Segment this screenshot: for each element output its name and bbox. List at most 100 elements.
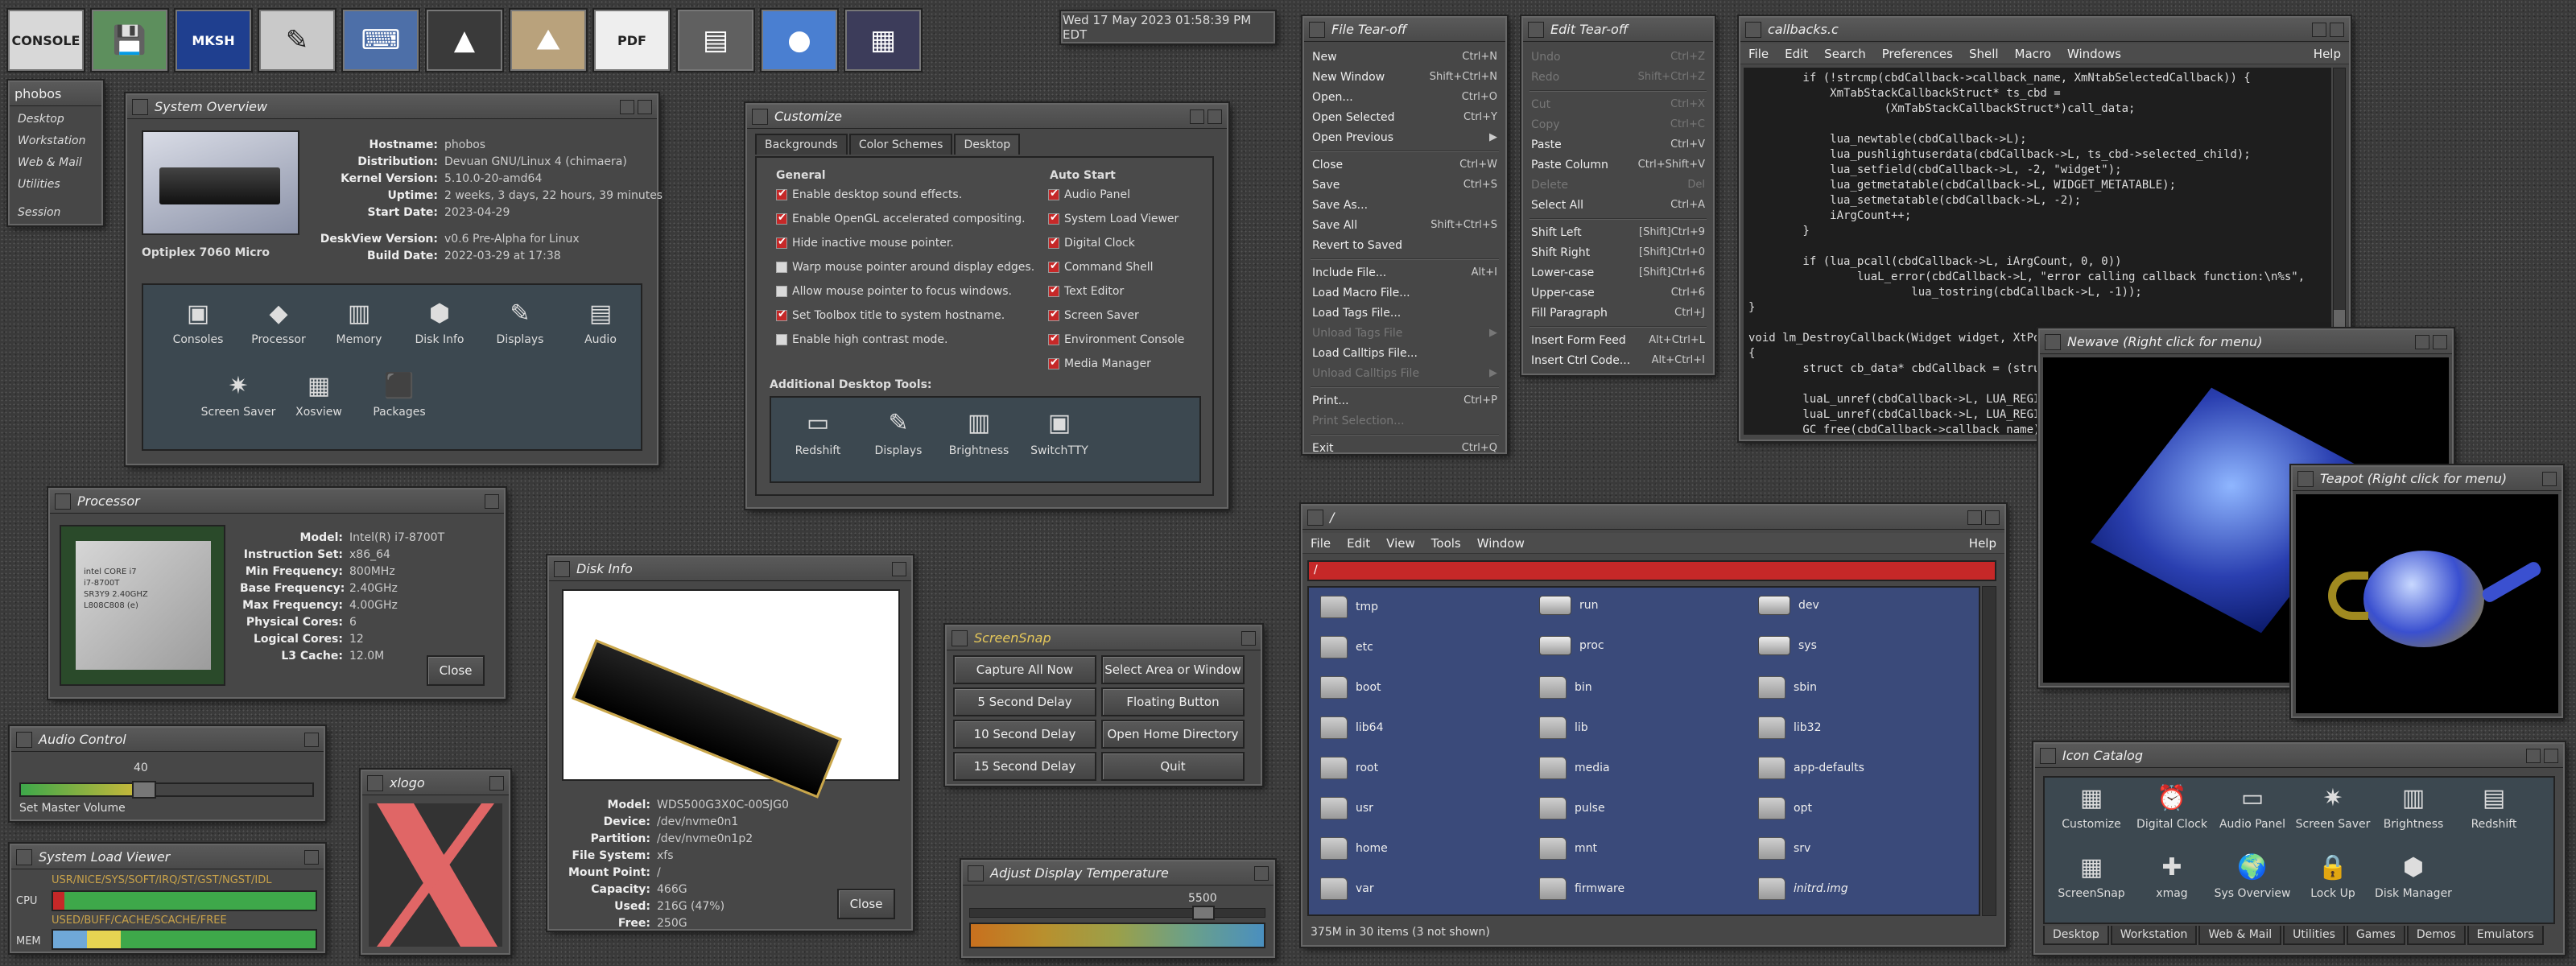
catalog-icon[interactable]: ✷ Screen Saver [2291,784,2375,831]
checkbox[interactable] [776,262,787,273]
app-icon[interactable]: ✎ Displays [481,299,559,346]
file-item[interactable]: opt [1758,797,1812,819]
minimize-button[interactable] [1967,510,1982,525]
root-menu-item[interactable]: Desktop [18,113,64,126]
menu-item[interactable]: New Ctrl+N [1304,47,1505,67]
snap-button[interactable]: Quit [1101,752,1245,781]
app-icon[interactable]: ▤ Audio [562,299,639,346]
maximize-button[interactable] [2544,748,2558,763]
catalog-tab[interactable]: Demos [2406,926,2466,945]
window-menu-button[interactable] [2040,747,2056,764]
window-menu-button[interactable] [554,560,570,577]
temperature-thumb[interactable] [1192,906,1215,920]
minimize-button[interactable] [1241,630,1256,646]
fm-menu-item[interactable]: View [1378,536,1423,551]
fm-menu-item[interactable]: Window [1469,536,1533,551]
checkbox[interactable] [776,188,787,200]
root-menu-item[interactable]: Web & Mail [18,156,82,169]
window-menu-button[interactable] [132,98,148,115]
window-menu-button[interactable] [752,108,768,125]
catalog-tab[interactable]: Web & Mail [2198,926,2282,945]
checkbox-row[interactable]: Hide inactive mouse pointer. [776,236,954,250]
tool-icon[interactable]: ✎ Displays [860,409,937,457]
window-menu-button[interactable] [2297,470,2314,487]
checkbox-row[interactable]: Environment Console [1048,332,1184,346]
catalog-icon[interactable]: ▥ Brightness [2372,784,2455,831]
maximize-button[interactable] [1985,510,2000,525]
minimize-button[interactable] [2415,334,2429,349]
menu-item[interactable]: Open Selected Ctrl+Y [1304,107,1505,127]
snap-button[interactable]: 10 Second Delay [953,720,1096,749]
menu-item[interactable]: Save Ctrl+S [1304,175,1505,195]
globe-launcher[interactable]: ● [762,10,837,71]
app-icon[interactable]: ⬢ Disk Info [401,299,478,346]
file-item[interactable]: sbin [1758,676,1817,699]
menu-item[interactable]: Select All Ctrl+A [1523,195,1713,215]
menu-item[interactable]: Cut Ctrl+X [1523,94,1713,114]
catalog-icon[interactable]: ▤ Redshift [2452,784,2536,831]
menu-item[interactable]: Delete Del [1523,175,1713,195]
checkbox[interactable] [1048,332,1059,345]
window-menu-button[interactable] [55,493,71,510]
checkbox-row[interactable]: Enable high contrast mode. [776,333,947,346]
teapot-canvas[interactable] [2296,494,2558,713]
checkbox-row[interactable]: System Load Viewer [1048,212,1179,225]
root-menu-item[interactable]: Workstation [18,134,85,147]
menu-item[interactable]: Undo Ctrl+Z [1523,47,1713,67]
tool-icon[interactable]: ▥ Brightness [940,409,1018,457]
file-item[interactable]: lib32 [1758,716,1821,739]
workspaces-launcher[interactable]: ▦ [845,10,921,71]
volume-slider[interactable] [19,781,314,799]
file-item[interactable]: dev [1758,596,1819,615]
window-menu-button[interactable] [1307,509,1323,526]
checkbox-row[interactable]: Set Toolbox title to system hostname. [776,308,1005,322]
menu-item[interactable]: Copy Ctrl+C [1523,114,1713,134]
window-menu-button[interactable] [16,731,32,748]
desert-launcher[interactable]: ⛰ [510,10,586,71]
checkbox[interactable] [1048,308,1059,321]
menu-item[interactable]: Save As... [1304,195,1505,215]
checkbox-row[interactable]: Audio Panel [1048,188,1130,201]
minimize-button[interactable] [2526,748,2541,763]
catalog-tab[interactable]: Utilities [2283,926,2345,945]
window-menu-button[interactable] [2045,333,2061,350]
checkbox-row[interactable]: Text Editor [1048,284,1124,298]
app-icon[interactable]: ▥ Memory [320,299,398,346]
snap-button[interactable]: Select Area or Window [1101,655,1245,684]
close-button[interactable]: Close [837,889,895,919]
catalog-tab[interactable]: Desktop [2043,926,2109,945]
catalog-icon[interactable]: ▦ Customize [2050,784,2133,831]
customize-tab[interactable]: Color Schemes [848,134,953,155]
keyboard-launcher[interactable]: ⌨ [343,10,419,71]
minimize-button[interactable] [1254,865,1269,881]
app-icon[interactable]: ▦ Xosview [280,372,357,419]
checkbox-row[interactable]: Warp mouse pointer around display edges. [776,261,1034,274]
minimize-button[interactable] [489,775,504,791]
fm-menu-item[interactable]: Tools [1423,536,1469,551]
checkbox[interactable] [1048,212,1059,225]
checkbox[interactable] [776,212,787,225]
file-item[interactable]: sys [1758,636,1817,655]
catalog-icon[interactable]: ⏰ Digital Clock [2130,784,2214,831]
catalog-icon[interactable]: ▭ Audio Panel [2211,784,2294,831]
file-item[interactable]: run [1539,596,1599,615]
window-menu-button[interactable] [367,774,383,791]
app-icon[interactable]: ◆ Processor [240,299,317,346]
menu-item[interactable]: Open Previous ▶ [1304,127,1505,147]
checkbox-row[interactable]: Allow mouse pointer to focus windows. [776,285,1012,298]
menu-item[interactable]: Paste Ctrl+V [1523,134,1713,155]
file-item[interactable]: var [1320,877,1374,900]
menu-item[interactable]: Unload Calltips File ▶ [1304,363,1505,383]
menu-item[interactable]: Upper-case Ctrl+6 [1523,283,1713,303]
maximize-button[interactable] [1208,109,1222,124]
customize-tab[interactable]: Backgrounds [755,134,848,155]
menu-item[interactable]: New Window Shift+Ctrl+N [1304,67,1505,87]
catalog-icon[interactable]: ✚ xmag [2130,853,2214,900]
mksh-launcher[interactable]: MKSH [175,10,251,71]
tool-icon[interactable]: ▭ Redshift [779,409,857,457]
catalog-icon[interactable]: 🌍 Sys Overview [2211,853,2294,900]
menu-item[interactable]: Insert Ctrl Code... Alt+Ctrl+I [1523,350,1713,370]
checkbox[interactable] [776,334,787,345]
file-item[interactable]: home [1320,837,1388,860]
file-item[interactable]: bin [1539,676,1592,699]
